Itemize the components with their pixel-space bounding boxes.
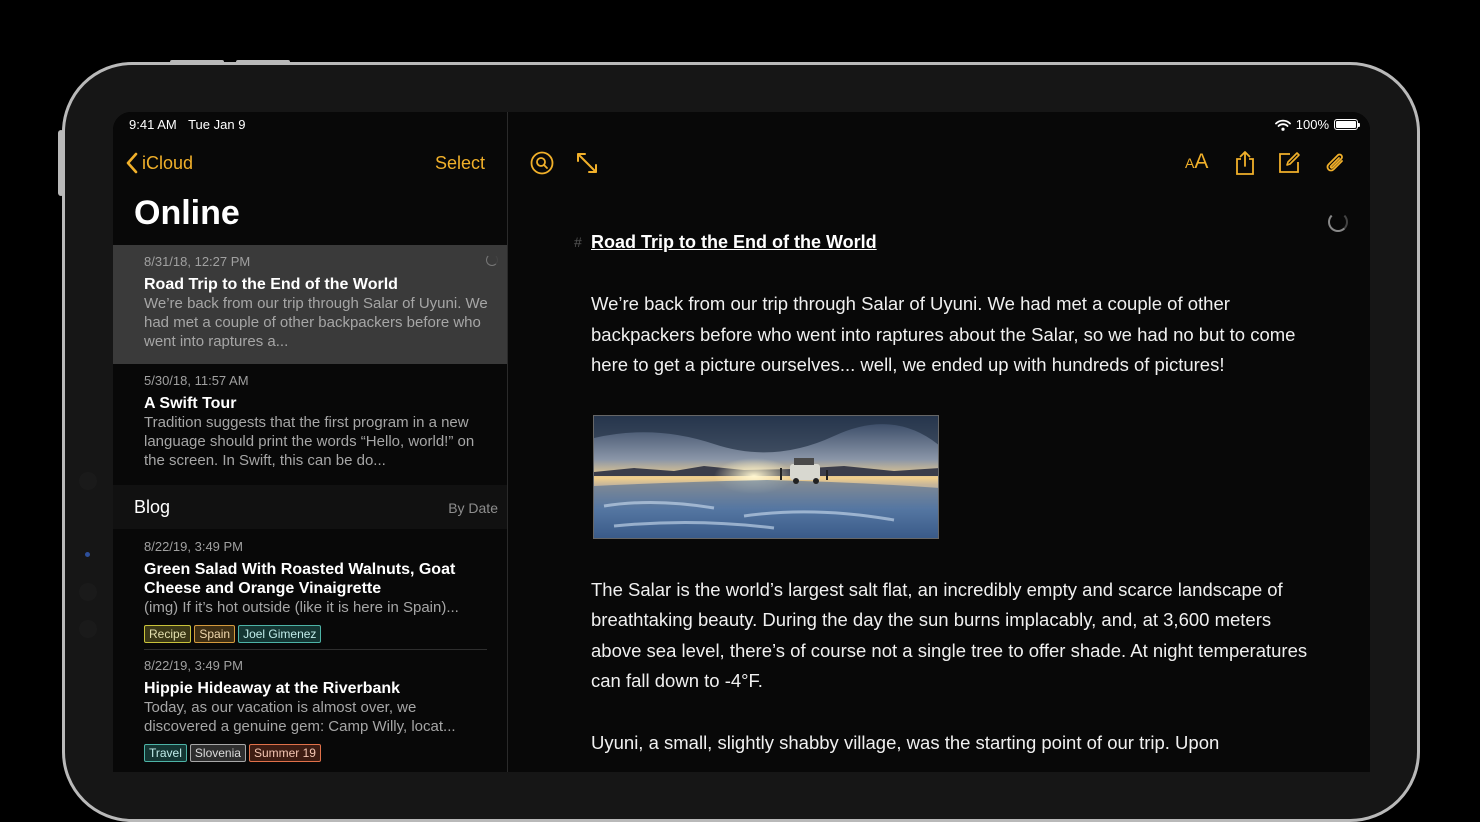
tag[interactable]: Spain — [194, 625, 236, 643]
tag-list: Travel Slovenia Summer 19 — [144, 744, 507, 762]
select-button[interactable]: Select — [435, 153, 485, 174]
salt-flat-photo — [594, 415, 938, 538]
note-title: Road Trip to the End of the World — [144, 276, 398, 293]
expand-icon[interactable] — [574, 150, 600, 176]
notes-list-sidebar: 9:41 AM Tue Jan 9 iCloud Select Online 8… — [113, 112, 507, 772]
sort-button[interactable]: By Date — [448, 500, 498, 516]
paragraph: We’re back from our trip through Salar o… — [591, 293, 1296, 375]
sync-spinner-icon — [1328, 212, 1348, 232]
note-editor: 100% AA # Road Trip to the End of the Wo — [508, 112, 1370, 772]
compose-icon[interactable] — [1276, 150, 1302, 176]
text-size-icon[interactable]: AA — [1185, 150, 1208, 174]
folder-title: Online — [134, 194, 240, 232]
tag[interactable]: Travel — [144, 744, 187, 762]
embedded-photo[interactable] — [593, 414, 939, 539]
note-preview: Today, as our vacation is almost over, w… — [144, 699, 456, 735]
note-date: 8/22/19, 3:49 PM — [144, 539, 244, 554]
back-button-label: iCloud — [142, 152, 194, 173]
note-heading-text: Road Trip to the End of the World — [591, 232, 877, 252]
battery-percentage: 100% — [1295, 117, 1329, 132]
sync-spinner-icon — [486, 254, 498, 266]
tag[interactable]: Recipe — [144, 625, 192, 643]
note-body[interactable]: # Road Trip to the End of the World We’r… — [574, 232, 1311, 758]
status-bar-left: 9:41 AM Tue Jan 9 — [129, 117, 253, 132]
note-list-item[interactable]: 8/31/18, 12:27 PM Road Trip to the End o… — [113, 245, 507, 364]
screen: 9:41 AM Tue Jan 9 iCloud Select Online 8… — [113, 112, 1370, 772]
note-title: A Swift Tour — [144, 395, 237, 412]
note-heading: # Road Trip to the End of the World — [574, 232, 1311, 253]
text-size-big-a: A — [1194, 150, 1209, 173]
paragraph: The Salar is the world’s largest salt fl… — [591, 578, 1308, 692]
back-button[interactable]: iCloud — [125, 152, 193, 174]
attachment-icon[interactable] — [1323, 150, 1349, 176]
pencil-connector — [79, 583, 97, 601]
search-icon[interactable] — [529, 150, 555, 176]
section-title: Blog — [134, 497, 171, 517]
heading-marker: # — [574, 234, 582, 250]
wifi-icon — [1274, 119, 1291, 131]
tag[interactable]: Slovenia — [189, 744, 246, 762]
note-preview: Tradition suggests that the first progra… — [144, 414, 475, 469]
note-title: Hippie Hideaway at the Riverbank — [144, 680, 401, 697]
note-preview: (img) If it’s hot outside (like it is he… — [144, 599, 459, 616]
text-size-small-a: A — [1185, 155, 1195, 171]
tag[interactable]: Joel Gimenez — [238, 625, 322, 643]
camera-lens — [85, 552, 90, 557]
paragraph: Uyuni, a small, slightly shabby village,… — [591, 731, 1220, 753]
note-list-item[interactable]: 8/22/19, 3:49 PM Green Salad With Roaste… — [113, 532, 507, 650]
tag[interactable]: Summer 19 — [248, 744, 321, 762]
chevron-left-icon — [126, 152, 138, 174]
note-date: 8/31/18, 12:27 PM — [144, 254, 251, 269]
status-time: 9:41 AM — [129, 117, 177, 132]
note-preview: We’re back from our trip through Salar o… — [144, 295, 488, 350]
tag-list: Recipe Spain Joel Gimenez — [144, 625, 507, 643]
status-bar-right: 100% — [1274, 117, 1360, 132]
pencil-connector — [79, 620, 97, 638]
note-list-item[interactable]: 8/22/19, 3:49 PM Hippie Hideaway at the … — [113, 650, 507, 770]
section-header-blog: Blog By Date — [113, 485, 507, 529]
note-date: 8/22/19, 3:49 PM — [144, 658, 244, 673]
battery-icon — [1334, 119, 1360, 130]
note-title: Green Salad With Roasted Walnuts, Goat C… — [144, 561, 456, 597]
pencil-connector — [79, 472, 97, 490]
note-list-item[interactable]: 5/30/18, 11:57 AM A Swift Tour Tradition… — [113, 364, 507, 482]
share-icon[interactable] — [1232, 150, 1258, 176]
status-date: Tue Jan 9 — [188, 117, 246, 132]
note-date: 5/30/18, 11:57 AM — [144, 373, 249, 388]
